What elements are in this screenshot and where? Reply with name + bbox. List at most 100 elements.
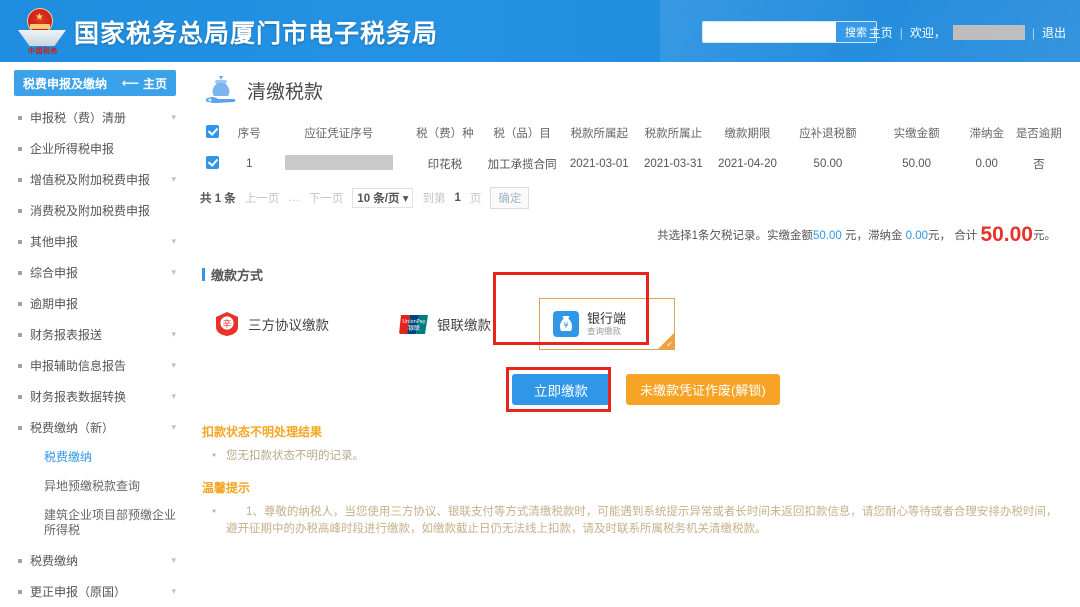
bullet-icon [18, 209, 22, 213]
sidebar-item-tax-payment[interactable]: 税费缴纳 ▾ [0, 545, 190, 576]
sidebar-panel-header: 税费申报及缴纳 ⟵ 主页 [14, 70, 176, 96]
page-size-select[interactable]: 10 条/页 ▾ [352, 188, 413, 208]
svg-text:辛: 辛 [222, 318, 231, 330]
select-all-checkbox[interactable] [206, 125, 219, 138]
summary-mid1: 元，滞纳金 [842, 230, 906, 242]
sidebar-item-label: 增值税及附加税费申报 [30, 171, 171, 188]
sidebar-item-label: 综合申报 [30, 264, 171, 281]
username-redacted [953, 25, 1025, 40]
sidebar-menu: 申报税（费）清册 ▾ 企业所得税申报 增值税及附加税费申报 ▾ 消费税及附加税费… [0, 102, 190, 607]
chevron-down-icon: ▾ [171, 329, 176, 340]
sidebar: 税费申报及缴纳 ⟵ 主页 申报税（费）清册 ▾ 企业所得税申报 增值税及附加税费… [0, 62, 190, 597]
pagination-total: 共 1 条 [200, 190, 236, 206]
sidebar-item-financial-statement-submit[interactable]: 财务报表报送 ▾ [0, 319, 190, 350]
sidebar-item-financial-data-convert[interactable]: 财务报表数据转换 ▾ [0, 381, 190, 412]
chevron-down-icon: ▾ [171, 236, 176, 247]
sidebar-item-other-declaration[interactable]: 其他申报 ▾ [0, 226, 190, 257]
sidebar-subitem-construction-prepaid-cit[interactable]: 建筑企业项目部预缴企业所得税 [0, 501, 190, 545]
pagination-next[interactable]: 下一页 [309, 190, 344, 206]
table-row[interactable]: 1 印花税 加工承揽合同 2021-03-01 2021-03-31 2021-… [196, 149, 1066, 179]
section-accent-bar [202, 268, 205, 281]
sidebar-item-comprehensive-declaration[interactable]: 综合申报 ▾ [0, 257, 190, 288]
summary-paid-amount: 50.00 [813, 230, 842, 242]
sidebar-item-label: 申报辅助信息报告 [30, 357, 171, 374]
sidebar-item-label: 税费缴纳 [30, 552, 171, 569]
summary-mid2: 元， 合计 [928, 230, 980, 242]
payment-option-unionpay[interactable]: UnionPay 银联 银联缴款 [399, 314, 491, 334]
header-search[interactable]: 搜索 [702, 21, 877, 43]
cell-tax-payable: 50.00 [785, 149, 872, 179]
bullet-icon [18, 271, 22, 275]
payment-option-label: 三方协议缴款 [248, 314, 329, 334]
page-title: 清缴税款 [247, 77, 323, 104]
cell-late-fee: 0.00 [962, 149, 1012, 179]
th-overdue: 是否逾期 [1012, 120, 1066, 149]
th-period-from: 税款所属起 [562, 120, 636, 149]
welcome-label: 欢迎， [910, 24, 946, 41]
search-button[interactable]: 搜索 [836, 22, 876, 42]
sidebar-item-tax-payment-new[interactable]: 税费缴纳（新） ▾ [0, 412, 190, 443]
sidebar-subitem-tax-payment[interactable]: 税费缴纳 [0, 443, 190, 472]
warm-tips-item: • 1、尊敬的纳税人，当您使用三方协议、银联支付等方式清缴税款时，可能遇到系统提… [202, 504, 1066, 538]
summary-late-fee: 0.00 [906, 230, 928, 242]
home-link[interactable]: 主页 [869, 24, 893, 41]
th-tax-type: 税（费）种 [408, 120, 483, 149]
cell-paid-amount: 50.00 [871, 149, 962, 179]
sidebar-item-label: 财务报表数据转换 [30, 388, 171, 405]
search-input[interactable] [703, 22, 836, 42]
sidebar-item-corporate-income-tax[interactable]: 企业所得税申报 [0, 133, 190, 164]
void-unpaid-voucher-button[interactable]: 未缴款凭证作废(解锁) [626, 374, 780, 405]
annotation-box-bank-option [493, 272, 649, 345]
deduction-status-item: • 您无扣款状态不明的记录。 [202, 448, 1066, 465]
bullet-icon [18, 364, 22, 368]
pagination-prev[interactable]: 上一页 [245, 190, 280, 206]
sidebar-item-label: 消费税及附加税费申报 [30, 202, 176, 219]
th-paid-amount: 实缴金额 [871, 120, 962, 149]
payment-option-tripartite[interactable]: 辛 三方协议缴款 [214, 311, 329, 337]
sidebar-item-label: 其他申报 [30, 233, 171, 250]
chevron-down-icon: ▾ [171, 422, 176, 433]
page-unit-label: 页 [470, 190, 482, 206]
payment-section-title: 缴款方式 [211, 265, 263, 284]
bullet-icon [18, 116, 22, 120]
summary-total: 50.00 [980, 223, 1033, 246]
sidebar-item-consumption-tax[interactable]: 消费税及附加税费申报 [0, 195, 190, 226]
sidebar-item-overdue-declaration[interactable]: 逾期申报 [0, 288, 190, 319]
action-buttons-row: 立即缴款 未缴款凭证作废(解锁) [196, 350, 1066, 405]
main-content: 清缴税款 序号 应征凭证序号 税（费）种 税（品）目 税款所属起 税款所属止 缴… [190, 62, 1080, 597]
cell-overdue: 否 [1012, 149, 1066, 179]
chevron-down-icon: ▾ [171, 174, 176, 185]
bullet-icon [18, 395, 22, 399]
sidebar-item-declaration-aux-report[interactable]: 申报辅助信息报告 ▾ [0, 350, 190, 381]
summary-suffix: 元。 [1033, 230, 1056, 242]
bullet-icon [18, 590, 22, 594]
bullet-icon [18, 426, 22, 430]
sidebar-item-vat-declaration[interactable]: 增值税及附加税费申报 ▾ [0, 164, 190, 195]
pagination-confirm-button[interactable]: 确定 [490, 187, 529, 209]
sidebar-item-declaration-list[interactable]: 申报税（费）清册 ▾ [0, 102, 190, 133]
goto-label: 到第 [422, 190, 445, 206]
pagination: 共 1 条 上一页 … 下一页 10 条/页 ▾ 到第 1 页 确定 [196, 179, 1066, 209]
cell-tax-item: 加工承揽合同 [482, 149, 562, 179]
sidebar-item-label: 更正申报（原国） [30, 583, 171, 600]
sidebar-item-label: 企业所得税申报 [30, 140, 176, 157]
logout-link[interactable]: 退出 [1042, 24, 1066, 41]
sidebar-item-correction-declaration[interactable]: 更正申报（原国） ▾ [0, 576, 190, 607]
cell-seq: 1 [229, 149, 271, 179]
sidebar-home-button[interactable]: ⟵ 主页 [122, 75, 167, 92]
annotation-box-pay-now [506, 367, 611, 412]
bullet-icon [18, 178, 22, 182]
header-links: 主页 | 欢迎， | 退出 [869, 24, 1066, 41]
warm-tips-title: 温馨提示 [202, 479, 1066, 504]
warm-tips-text: 1、尊敬的纳税人，当您使用三方协议、银联支付等方式清缴税款时，可能遇到系统提示异… [226, 504, 1066, 538]
current-page-input[interactable]: 1 [454, 192, 460, 204]
cell-tax-type: 印花税 [408, 149, 483, 179]
site-title: 国家税务总局厦门市电子税务局 [74, 14, 438, 50]
th-tax-item: 税（品）目 [482, 120, 562, 149]
cell-period-to: 2021-03-31 [636, 149, 710, 179]
unionpay-icon: UnionPay 银联 [399, 315, 429, 334]
th-seq: 序号 [229, 120, 271, 149]
cell-due-date: 2021-04-20 [710, 149, 784, 179]
sidebar-subitem-offsite-prepaid-query[interactable]: 异地预缴税款查询 [0, 472, 190, 501]
row-checkbox[interactable] [206, 156, 219, 169]
